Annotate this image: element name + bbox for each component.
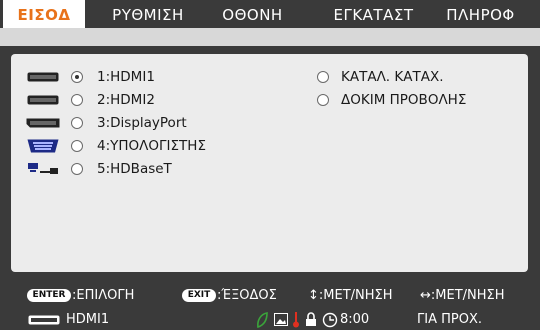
radio-computer[interactable] bbox=[71, 140, 83, 152]
tab-input[interactable]: ΕΙΣΟΔ bbox=[3, 0, 85, 28]
hdbaset-icon bbox=[28, 163, 58, 174]
usage-mode: ΓΙΑ ΠΡΟΧ. bbox=[417, 312, 482, 327]
vertical-move-help: ↕:ΜΕΤ/ΝΗΣΗ bbox=[308, 288, 393, 303]
option-label: ΔΟΚΙΜ ΠΡΟΒΟΛΗΣ bbox=[341, 92, 467, 108]
eco-leaf-icon bbox=[257, 312, 268, 328]
timer-value: 8:00 bbox=[340, 312, 370, 327]
tab-info[interactable]: ΠΛΗΡΟΦ bbox=[438, 4, 523, 26]
input-option-hdbaset[interactable]: 5:HDBaseT bbox=[11, 160, 271, 178]
input-option-hdmi1[interactable]: 1:HDMI1 bbox=[11, 68, 271, 86]
input-option-computer[interactable]: 4:ΥΠΟΛΟΓΙΣΤΗΣ bbox=[11, 137, 271, 155]
radio-hdmi2[interactable] bbox=[71, 94, 83, 106]
enter-help-text: :ΕΠΙΛΟΓΗ bbox=[72, 288, 135, 303]
option-test-pattern[interactable]: ΔΟΚΙΜ ΠΡΟΒΟΛΗΣ bbox=[311, 91, 521, 109]
option-entry-list[interactable]: ΚΑΤΑΛ. ΚΑΤΑΧ. bbox=[311, 68, 521, 86]
input-label: 2:HDMI2 bbox=[97, 92, 155, 108]
input-label: 1:HDMI1 bbox=[97, 69, 155, 85]
key-help-bar: ENTER :ΕΠΙΛΟΓΗ EXIT :ΈΞΟΔΟΣ ↕:ΜΕΤ/ΝΗΣΗ ↔… bbox=[0, 288, 540, 304]
radio-hdmi1[interactable] bbox=[71, 71, 83, 83]
tab-display[interactable]: ΟΘΟΝΗ bbox=[215, 4, 290, 26]
current-source: HDMI1 bbox=[66, 312, 110, 327]
hdmi-icon bbox=[27, 72, 59, 82]
exit-key-badge: EXIT bbox=[182, 289, 216, 302]
enter-key-badge: ENTER bbox=[27, 289, 71, 302]
option-label: ΚΑΤΑΛ. ΚΑΤΑΧ. bbox=[341, 69, 444, 85]
status-bar: HDMI1 8:00 ΓΙΑ ΠΡΟΧ. bbox=[0, 309, 540, 330]
hdmi-icon bbox=[28, 315, 60, 325]
radio-entry-list[interactable] bbox=[317, 71, 329, 83]
hdmi-icon bbox=[27, 95, 59, 105]
input-label: 4:ΥΠΟΛΟΓΙΣΤΗΣ bbox=[97, 138, 206, 154]
picture-icon bbox=[274, 313, 288, 326]
horizontal-move-help: ↔:ΜΕΤ/ΝΗΣΗ bbox=[420, 288, 505, 303]
input-option-hdmi2[interactable]: 2:HDMI2 bbox=[11, 91, 271, 109]
lock-icon bbox=[306, 312, 316, 326]
thermometer-icon bbox=[293, 312, 299, 328]
input-menu-panel: 1:HDMI1 2:HDMI2 3:DisplayPort 4:ΥΠΟΛΟΓΙΣ… bbox=[11, 54, 528, 272]
menu-tab-bar: ΕΙΣΟΔ ΡΥΘΜΙΣΗ ΟΘΟΝΗ ΕΓΚΑΤΑΣΤ ΠΛΗΡΟΦ bbox=[0, 0, 540, 28]
timer-icon bbox=[322, 312, 338, 328]
radio-hdbaset[interactable] bbox=[71, 163, 83, 175]
radio-displayport[interactable] bbox=[71, 117, 83, 129]
displayport-icon bbox=[26, 118, 60, 128]
input-option-displayport[interactable]: 3:DisplayPort bbox=[11, 114, 271, 132]
vga-icon bbox=[27, 139, 59, 153]
tab-setup[interactable]: ΡΥΘΜΙΣΗ bbox=[103, 4, 193, 26]
input-label: 3:DisplayPort bbox=[97, 115, 187, 131]
exit-help-text: :ΈΞΟΔΟΣ bbox=[217, 288, 277, 303]
input-label: 5:HDBaseT bbox=[97, 161, 172, 177]
radio-test-pattern[interactable] bbox=[317, 94, 329, 106]
tab-installation[interactable]: ΕΓΚΑΤΑΣΤ bbox=[326, 4, 421, 26]
tab-underline-stripe bbox=[0, 28, 540, 46]
